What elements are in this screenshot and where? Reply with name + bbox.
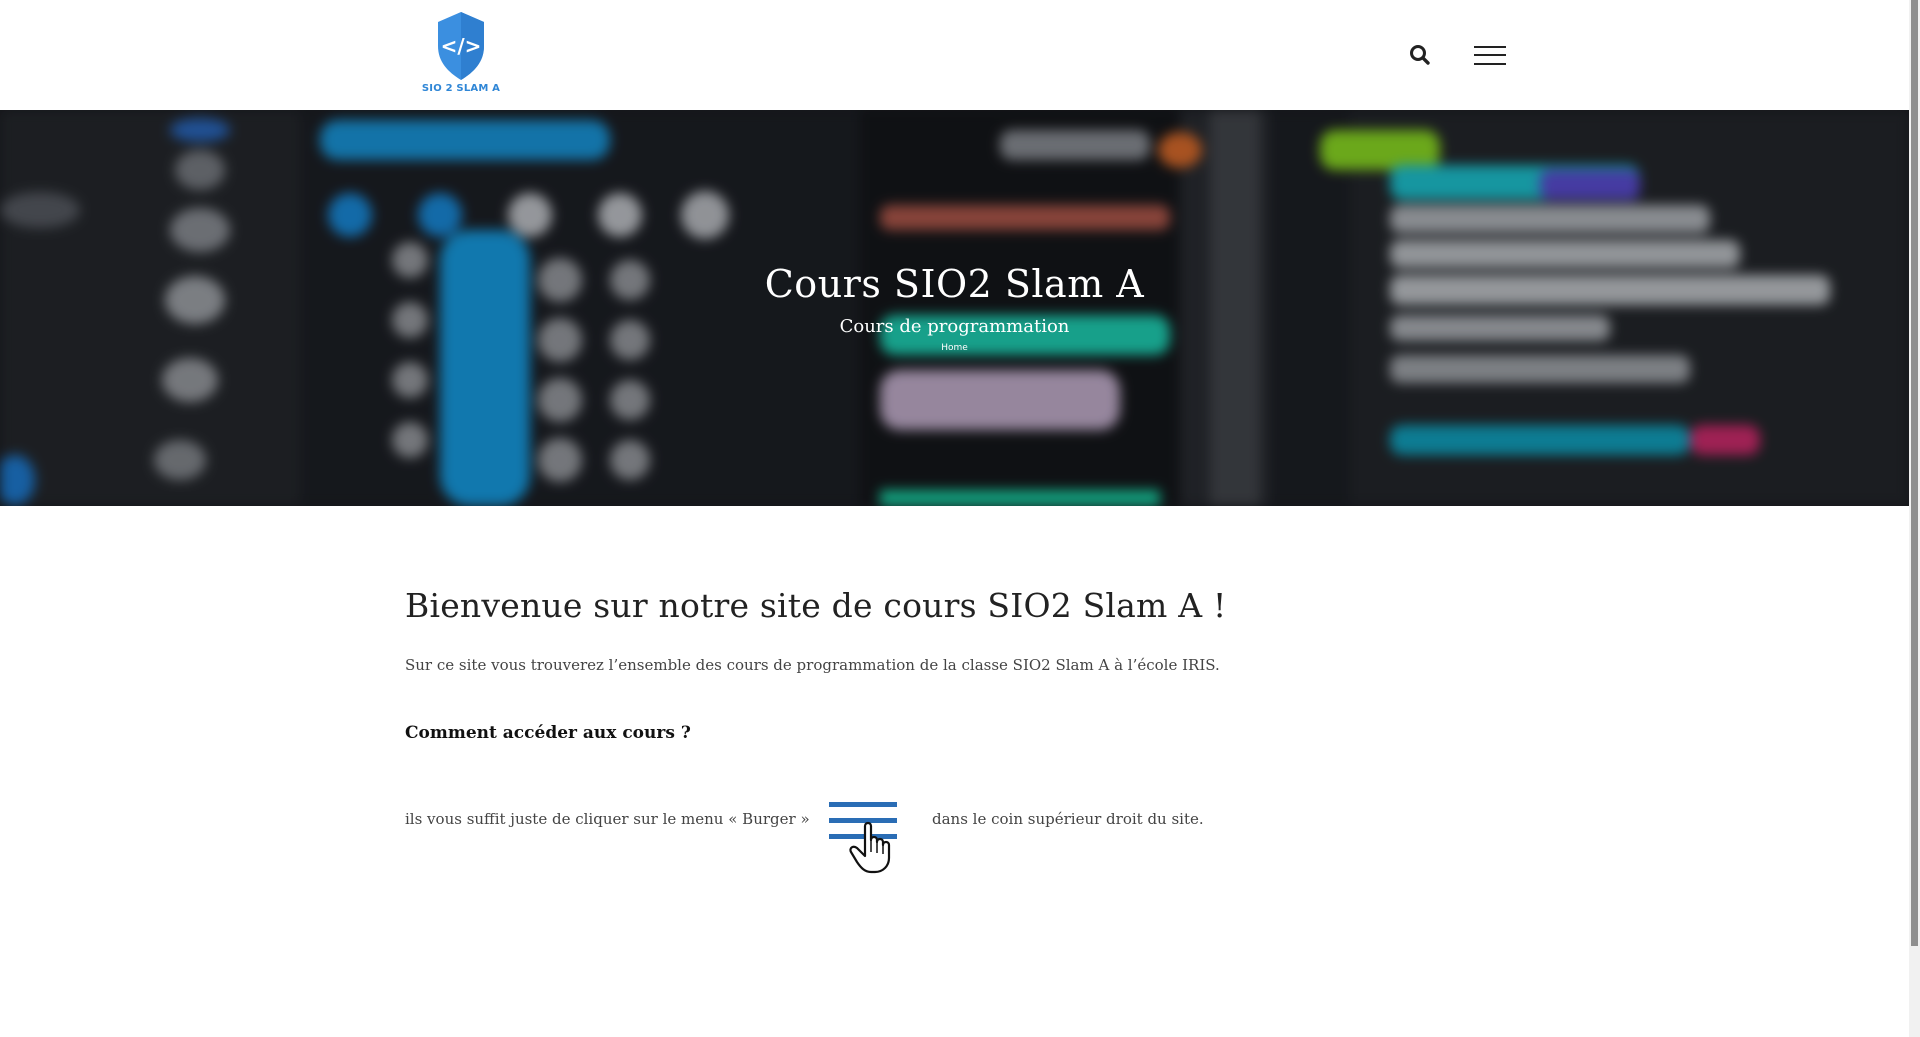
scrollbar-thumb[interactable] <box>1911 0 1918 946</box>
site-header: </> SIO 2 SLAM A <box>0 0 1909 110</box>
search-button[interactable] <box>1408 43 1432 67</box>
intro-paragraph: Sur ce site vous trouverez l’ensemble de… <box>405 656 1220 674</box>
breadcrumb-home-link[interactable]: Home <box>0 343 1909 353</box>
hero-title: Cours SIO2 Slam A <box>764 262 1145 306</box>
menu-bar-middle <box>1474 54 1506 56</box>
site-logo[interactable]: </> SIO 2 SLAM A <box>418 10 504 98</box>
hero-banner: Cours SIO2 Slam A Cours de programmation… <box>0 110 1909 506</box>
page-heading: Bienvenue sur notre site de cours SIO2 S… <box>405 586 1227 625</box>
hero-subtitle: Cours de programmation <box>839 316 1070 337</box>
shield-logo-icon: </> <box>438 12 484 80</box>
instruction-text-before: ils vous suffit juste de cliquer sur le … <box>405 810 810 828</box>
main-content: Bienvenue sur notre site de cours SIO2 S… <box>405 586 1505 874</box>
page-scrollbar[interactable] <box>1909 0 1920 1037</box>
how-to-access-heading: Comment accéder aux cours ? <box>405 723 691 743</box>
search-icon <box>1410 45 1430 65</box>
svg-text:</>: </> <box>441 34 482 58</box>
burger-menu-click-icon <box>829 802 897 874</box>
instruction-text-after: dans le coin supérieur droit du site. <box>932 810 1204 828</box>
menu-bar-top <box>1474 46 1506 48</box>
logo-text: SIO 2 SLAM A <box>421 83 501 94</box>
hamburger-menu-button[interactable] <box>1474 44 1506 66</box>
hero-overlay <box>0 110 1909 506</box>
menu-bar-bottom <box>1474 63 1506 65</box>
